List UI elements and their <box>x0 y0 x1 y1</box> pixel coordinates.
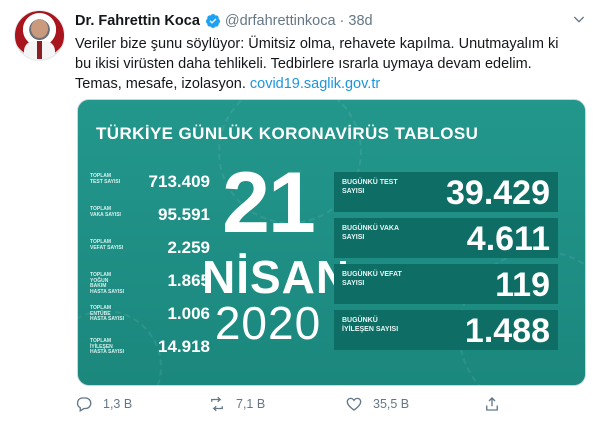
share-button[interactable] <box>483 393 511 415</box>
tweet-text: Veriler bize şunu söylüyor: Ümitsiz olma… <box>75 34 580 94</box>
retweet-button[interactable]: 7,1 B <box>208 393 265 415</box>
stat-label: TOPLAM VEFAT SAYISI <box>90 239 124 251</box>
total-recovered-stat: TOPLAM İYİLEŞEN HASTA SAYISI 14.918 <box>90 337 210 361</box>
verified-badge-icon <box>205 14 220 28</box>
avatar-tie <box>37 41 42 59</box>
stat-label: BUGÜNKÜ VAKA SAYISI <box>342 225 399 241</box>
tweet-actions: 1,3 B 7,1 B 35,5 B <box>75 393 515 415</box>
reply-count: 1,3 B <box>103 397 133 411</box>
author-name[interactable]: Dr. Fahrettin Koca <box>75 13 200 29</box>
stat-label: BUGÜNKÜ İYİLEŞEN SAYISI <box>342 317 399 333</box>
reply-button[interactable]: 1,3 B <box>75 393 132 415</box>
date-year: 2020 <box>214 297 322 349</box>
tweet-text-line-3: Temas, mesafe, izolasyon. covid19.saglik… <box>75 74 580 94</box>
like-count: 35,5 B <box>373 397 410 411</box>
like-icon <box>346 397 362 411</box>
card-title: TÜRKİYE GÜNLÜK KORONAVİRÜS TABLOSU <box>96 124 479 143</box>
stat-value: 95.591 <box>158 205 210 224</box>
author-handle[interactable]: @drfahrettinkoca <box>225 13 336 29</box>
today-test-box: BUGÜNKÜ TEST SAYISI 39.429 <box>334 172 558 212</box>
total-test-stat: TOPLAM TEST SAYISI 713.409 <box>90 172 210 196</box>
tweet-text-line-2: bu ikisi virüsten daha tehlikeli. Tedbir… <box>75 56 532 72</box>
stat-value: 39.429 <box>446 174 550 212</box>
stat-label: TOPLAM TEST SAYISI <box>90 173 121 185</box>
tweet-text-line-1: Veriler bize şunu söylüyor: Ümitsiz olma… <box>75 36 559 52</box>
total-icu-stat: TOPLAM YOĞUN BAKIM HASTA SAYISI 1.865 <box>90 271 210 295</box>
avatar-face <box>31 19 48 38</box>
stat-value: 119 <box>495 266 550 304</box>
retweet-count: 7,1 B <box>236 397 266 411</box>
stat-label: TOPLAM VAKA SAYISI <box>90 206 121 218</box>
caret-down-icon[interactable] <box>571 11 587 27</box>
stat-label: BUGÜNKÜ TEST SAYISI <box>342 179 398 195</box>
tweet[interactable]: Dr. Fahrettin Koca @drfahrettinkoca · 38… <box>0 0 601 427</box>
tweet-text-line-3-text: Temas, mesafe, izolasyon. <box>75 76 246 92</box>
today-case-box: BUGÜNKÜ VAKA SAYISI 4.611 <box>334 218 558 258</box>
stat-label: TOPLAM İYİLEŞEN HASTA SAYISI <box>90 338 124 355</box>
stat-label: TOPLAM ENTÜBE HASTA SAYISI <box>90 305 124 322</box>
stat-value: 713.409 <box>148 172 210 191</box>
tweet-timestamp[interactable]: 38d <box>348 13 372 29</box>
date-month: NİSAN <box>202 251 351 303</box>
today-recovered-box: BUGÜNKÜ İYİLEŞEN SAYISI 1.488 <box>334 310 558 350</box>
today-death-box: BUGÜNKÜ VEFAT SAYISI 119 <box>334 264 558 304</box>
stat-value: 4.611 <box>466 220 550 258</box>
total-intubated-stat: TOPLAM ENTÜBE HASTA SAYISI 1.006 <box>90 304 210 328</box>
stat-label: TOPLAM YOĞUN BAKIM HASTA SAYISI <box>90 272 124 295</box>
tweet-link[interactable]: covid19.saglik.gov.tr <box>250 76 380 92</box>
separator-dot: · <box>339 13 345 29</box>
stat-label: BUGÜNKÜ VEFAT SAYISI <box>342 271 402 287</box>
total-case-stat: TOPLAM VAKA SAYISI 95.591 <box>90 205 210 229</box>
date-day: 21 <box>222 155 316 251</box>
reply-icon <box>76 397 92 412</box>
avatar[interactable] <box>14 10 65 61</box>
tweet-header: Dr. Fahrettin Koca @drfahrettinkoca · 38… <box>75 12 373 30</box>
retweet-icon <box>211 396 223 412</box>
media-card[interactable]: TÜRKİYE GÜNLÜK KORONAVİRÜS TABLOSU TOPLA… <box>77 99 586 386</box>
total-death-stat: TOPLAM VEFAT SAYISI 2.259 <box>90 238 210 262</box>
share-icon <box>486 397 498 411</box>
like-button[interactable]: 35,5 B <box>345 393 409 415</box>
stat-value: 1.488 <box>464 312 550 350</box>
